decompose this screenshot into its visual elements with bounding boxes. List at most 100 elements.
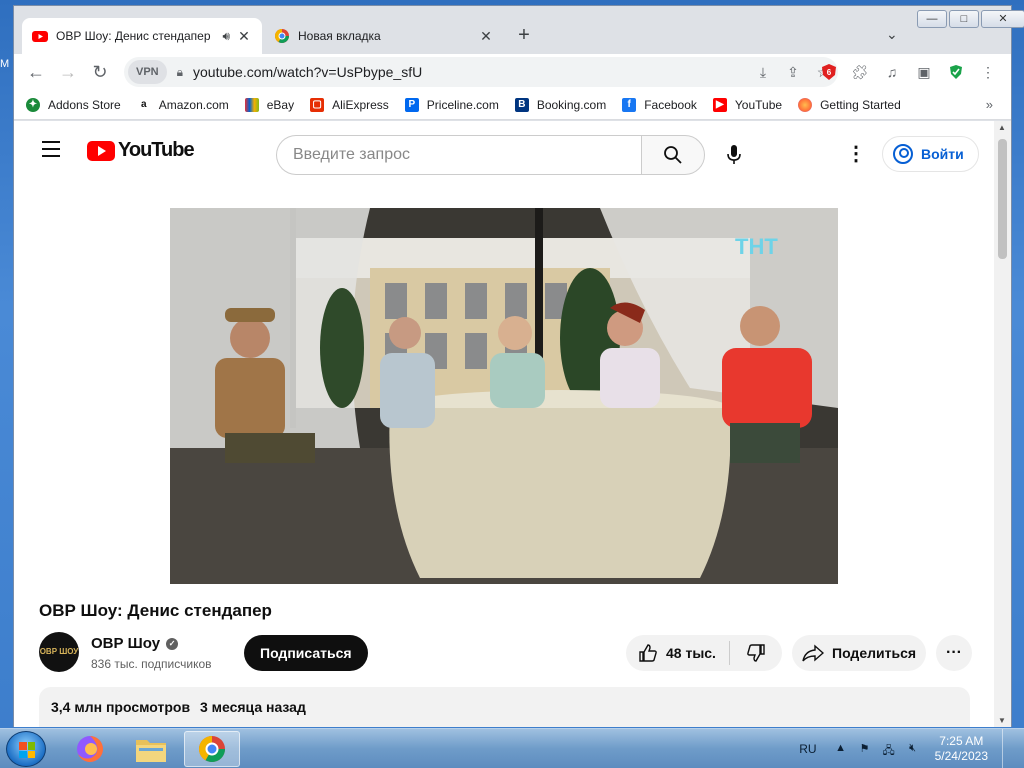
browser-menu-icon[interactable]: ⋮ <box>976 60 1000 84</box>
addons-icon: ✦ <box>26 97 40 112</box>
view-count: 3,4 млн просмотров <box>51 699 191 715</box>
video-title: ОВР Шоу: Денис стендапер <box>39 601 272 620</box>
bookmark-amazon[interactable]: a Amazon.com <box>136 97 229 112</box>
booking-icon: B <box>514 97 529 112</box>
settings-kebab-icon[interactable]: ⋮ <box>846 141 866 166</box>
bookmark-addons-store[interactable]: ✦ Addons Store <box>26 97 121 112</box>
back-arrow-icon[interactable]: ← <box>20 56 52 88</box>
browser-toolbar: ← → ↻ VPN 🔒︎ youtube.com/watch?v=UsPbype… <box>14 54 1011 90</box>
youtube-logo[interactable]: YouTube <box>87 139 195 162</box>
video-frame: ТНТ <box>170 208 838 584</box>
like-button[interactable]: 48 тыс. <box>626 641 730 665</box>
priceline-icon: P <box>404 97 419 112</box>
browser-window: ОВР Шоу: Денис стендапер 🔊︎ ✕ Новая вкла… <box>13 5 1024 727</box>
taskbar-firefox[interactable] <box>62 731 118 767</box>
thumbs-down-icon <box>747 644 765 662</box>
scroll-down-arrow-icon[interactable]: ▼ <box>998 716 1006 725</box>
extensions-puzzle-icon[interactable]: 🧩︎ <box>848 60 872 84</box>
taskbar-chrome[interactable] <box>184 731 240 767</box>
side-panel-icon[interactable]: ▣ <box>912 60 936 84</box>
clock-time: 7:25 AM <box>939 734 984 748</box>
youtube-page: YouTube Введите запрос ⋮ Войти ТНТ ОВР Ш… <box>14 121 996 727</box>
maximize-button[interactable]: □ <box>949 10 979 28</box>
video-player[interactable]: ТНТ <box>170 208 838 584</box>
scrollbar-thumb[interactable] <box>998 139 1007 259</box>
bookmark-aliexpress[interactable]: ▢ AliExpress <box>310 97 389 112</box>
page-scrollbar[interactable]: ▲ ▼ <box>994 121 1011 727</box>
share-page-icon[interactable]: ⇪ <box>778 64 808 81</box>
youtube-header: YouTube Введите запрос ⋮ Войти <box>14 121 996 179</box>
youtube-favicon-icon <box>32 31 48 42</box>
bookmark-priceline[interactable]: P Priceline.com <box>404 97 499 112</box>
volume-muted-icon[interactable]: 🔇︎ <box>905 742 921 756</box>
youtube-icon: ▶ <box>712 97 727 112</box>
bookmark-facebook[interactable]: f Facebook <box>622 97 697 112</box>
install-app-icon[interactable]: ⤓ <box>748 64 778 81</box>
start-button[interactable] <box>6 731 46 767</box>
menu-hamburger-icon[interactable] <box>42 141 60 162</box>
close-tab-icon[interactable]: ✕ <box>478 28 494 45</box>
publish-date: 3 месяца назад <box>199 699 306 715</box>
tab-youtube[interactable]: ОВР Шоу: Денис стендапер 🔊︎ ✕ <box>22 18 262 54</box>
scroll-up-arrow-icon[interactable]: ▲ <box>998 123 1006 132</box>
tab-new-tab[interactable]: Новая вкладка ✕ <box>264 18 504 54</box>
show-hidden-icons-chevron-icon[interactable]: ▲ <box>833 742 849 756</box>
forward-arrow-icon[interactable]: → <box>52 56 84 88</box>
channel-watermark: ТНТ <box>735 234 778 259</box>
tab-strip: ОВР Шоу: Денис стендапер 🔊︎ ✕ Новая вкла… <box>14 6 1024 54</box>
firefox-icon <box>798 97 813 112</box>
thumbs-up-icon <box>639 644 657 662</box>
url-text[interactable]: youtube.com/watch?v=UsPbype_sfU <box>193 64 748 80</box>
network-icon[interactable]: 🖧︎ <box>881 742 897 757</box>
bookmark-booking[interactable]: B Booking.com <box>514 97 606 112</box>
chrome-favicon-icon <box>275 29 289 43</box>
ebay-icon <box>244 97 259 112</box>
search-button[interactable] <box>641 135 705 175</box>
reload-icon[interactable]: ↻ <box>84 56 116 88</box>
youtube-play-logo-icon <box>87 140 115 161</box>
clock[interactable]: 7:25 AM 5/24/2023 <box>935 734 988 764</box>
shield-extension-icon[interactable] <box>944 60 968 84</box>
bookmark-youtube[interactable]: ▶ YouTube <box>712 97 782 112</box>
aliexpress-icon: ▢ <box>310 97 325 112</box>
language-indicator[interactable]: RU <box>799 742 816 756</box>
folder-icon <box>136 740 166 762</box>
account-circle-icon <box>893 144 913 164</box>
more-bookmarks-chevron-icon[interactable]: » <box>986 97 993 112</box>
action-center-flag-icon[interactable]: ⚑ <box>857 742 873 756</box>
channel-avatar[interactable]: ОВР ШОУ <box>39 632 79 672</box>
lock-icon[interactable]: 🔒︎ <box>177 65 183 80</box>
close-tab-icon[interactable]: ✕ <box>236 28 252 45</box>
search-input[interactable]: Введите запрос <box>276 135 642 175</box>
tab-search-chevron-icon[interactable]: ⌄ <box>886 26 898 43</box>
new-tab-button[interactable]: + <box>512 24 536 47</box>
sign-in-button[interactable]: Войти <box>882 136 979 172</box>
facebook-icon: f <box>622 97 637 112</box>
tab-title: Новая вкладка <box>298 29 381 43</box>
media-controls-icon[interactable]: ♫ <box>880 60 904 84</box>
show-desktop-button[interactable] <box>1002 729 1014 768</box>
adblock-extension-icon[interactable]: 6 <box>817 60 841 84</box>
search-icon <box>664 146 682 164</box>
taskbar-file-explorer[interactable] <box>123 731 179 767</box>
tab-title: ОВР Шоу: Денис стендапер <box>56 29 211 43</box>
windows-logo-icon <box>19 742 35 758</box>
verified-check-icon: ✓ <box>166 637 179 650</box>
vpn-badge[interactable]: VPN <box>128 60 167 84</box>
share-button[interactable]: Поделиться <box>792 635 926 671</box>
more-actions-button[interactable]: ··· <box>936 635 972 671</box>
bookmark-getting-started[interactable]: Getting Started <box>798 97 901 112</box>
taskbar: RU ▲ ⚑ 🖧︎ 🔇︎ 7:25 AM 5/24/2023 <box>0 728 1024 768</box>
search-placeholder: Введите запрос <box>293 146 410 163</box>
address-bar[interactable]: VPN 🔒︎ youtube.com/watch?v=UsPbype_sfU ⤓… <box>124 57 838 87</box>
voice-search-mic-icon[interactable] <box>720 141 748 169</box>
like-count: 48 тыс. <box>666 645 716 661</box>
channel-name-link[interactable]: ОВР Шоу ✓ <box>91 635 179 652</box>
bookmark-ebay[interactable]: eBay <box>244 97 294 112</box>
description-box[interactable]: 3,4 млн просмотров 3 месяца назад <box>39 687 970 727</box>
dislike-button[interactable] <box>730 643 782 663</box>
close-window-button[interactable]: ✕ <box>981 10 1024 28</box>
minimize-button[interactable]: — <box>917 10 947 28</box>
audio-playing-icon[interactable]: 🔊︎ <box>222 29 230 44</box>
subscribe-button[interactable]: Подписаться <box>244 635 368 671</box>
